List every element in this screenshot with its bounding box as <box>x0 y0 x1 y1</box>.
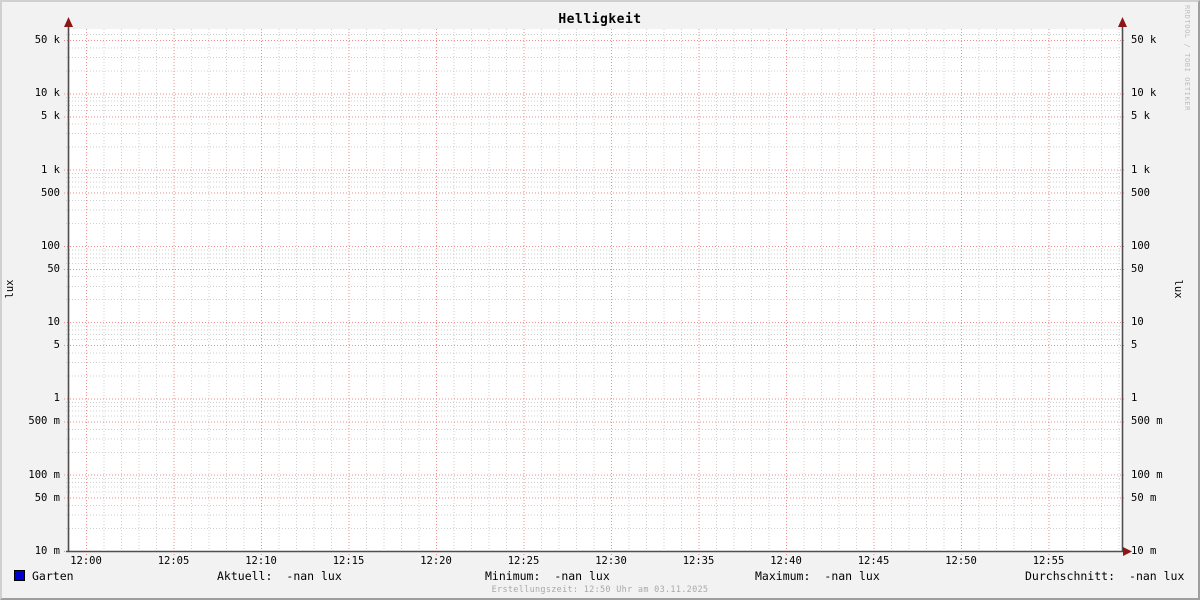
x-tick-label: 12:35 <box>682 555 715 567</box>
x-tick-label: 12:50 <box>945 555 977 567</box>
y-tick-label-right: 1 k <box>1131 163 1150 176</box>
x-tick-label: 12:15 <box>332 555 365 567</box>
y-tick-label-right: 50 k <box>1131 34 1157 46</box>
x-tick-label: 12:20 <box>420 555 452 567</box>
y-tick-label-right: 50 <box>1131 262 1144 275</box>
rrdtool-watermark: RRDTOOL / TOBI OETIKER <box>1183 5 1191 111</box>
x-tick-label: 12:30 <box>595 555 627 567</box>
stat-value: -nan lux <box>824 569 880 583</box>
x-tick-label: 12:40 <box>770 555 802 567</box>
stat-label: Maximum: <box>755 569 811 583</box>
stat-durchschnitt: Durchschnitt: -nan lux <box>1025 569 1184 583</box>
y-tick-label-left: 1 <box>53 392 60 405</box>
y-tick-label-left: 10 k <box>34 87 60 100</box>
y-tick-label-left: 100 <box>41 239 60 252</box>
x-tick-label: 12:25 <box>507 555 540 567</box>
stat-maximum: Maximum: -nan lux <box>755 569 880 583</box>
plot-area <box>64 17 1132 556</box>
stat-label: Aktuell: <box>217 569 273 583</box>
y-tick-label-left: 500 m <box>28 415 60 428</box>
legend-series-label: Garten <box>32 569 74 583</box>
y-tick-label-left: 10 m <box>34 545 60 557</box>
y-tick-label-left: 10 <box>47 316 60 329</box>
stat-minimum: Minimum: -nan lux <box>485 569 610 583</box>
y-tick-label-left: 50 m <box>34 491 60 504</box>
y-tick-label-right: 10 k <box>1131 87 1157 100</box>
stat-aktuell: Aktuell: -nan lux <box>217 569 342 583</box>
legend-row: Garten Aktuell: -nan lux Minimum: -nan lux… <box>2 569 1198 584</box>
y-tick-label-left: 500 <box>41 186 60 199</box>
y-tick-label-left: 50 <box>47 262 60 275</box>
y-tick-label-right: 100 <box>1131 239 1150 252</box>
y-tick-label-right: 50 m <box>1131 491 1157 504</box>
y-tick-label-left: 50 k <box>34 34 60 46</box>
y-tick-label-left: 5 <box>53 339 60 352</box>
stat-label: Durchschnitt: <box>1025 569 1116 583</box>
y-tick-label-right: 500 <box>1131 186 1150 199</box>
y-tick-label-right: 5 k <box>1131 110 1150 123</box>
x-tick-label: 12:05 <box>157 555 190 567</box>
rrdtool-graph: Helligkeit RRDTOOL / TOBI OETIKER lux lu… <box>0 0 1200 600</box>
y-tick-label-left: 5 k <box>41 110 60 123</box>
y-axis-label-left: lux <box>4 279 16 299</box>
chart-title: Helligkeit <box>558 12 642 27</box>
x-tick-label: 12:00 <box>70 555 102 567</box>
stat-value: -nan lux <box>286 569 342 583</box>
y-tick-label-right: 5 <box>1131 339 1138 352</box>
x-tick-label: 12:45 <box>857 555 890 567</box>
y-tick-label-right: 100 m <box>1131 468 1163 481</box>
y-tick-label-right: 10 m <box>1131 545 1157 557</box>
y-tick-label-right: 10 <box>1131 316 1144 329</box>
y-tick-label-right: 1 <box>1131 392 1138 405</box>
x-tick-label: 12:10 <box>245 555 277 567</box>
y-tick-label-right: 500 m <box>1131 415 1163 428</box>
creation-time: Erstellungszeit: 12:50 Uhr am 03.11.2025 <box>491 585 709 595</box>
legend-color-swatch <box>14 570 25 581</box>
y-axis-label-right: lux <box>1172 279 1184 299</box>
y-tick-label-left: 100 m <box>28 468 60 481</box>
stat-value: -nan lux <box>554 569 610 583</box>
stat-label: Minimum: <box>485 569 541 583</box>
stat-value: -nan lux <box>1129 569 1185 583</box>
y-tick-label-left: 1 k <box>41 163 60 176</box>
x-tick-label: 12:55 <box>1032 555 1065 567</box>
